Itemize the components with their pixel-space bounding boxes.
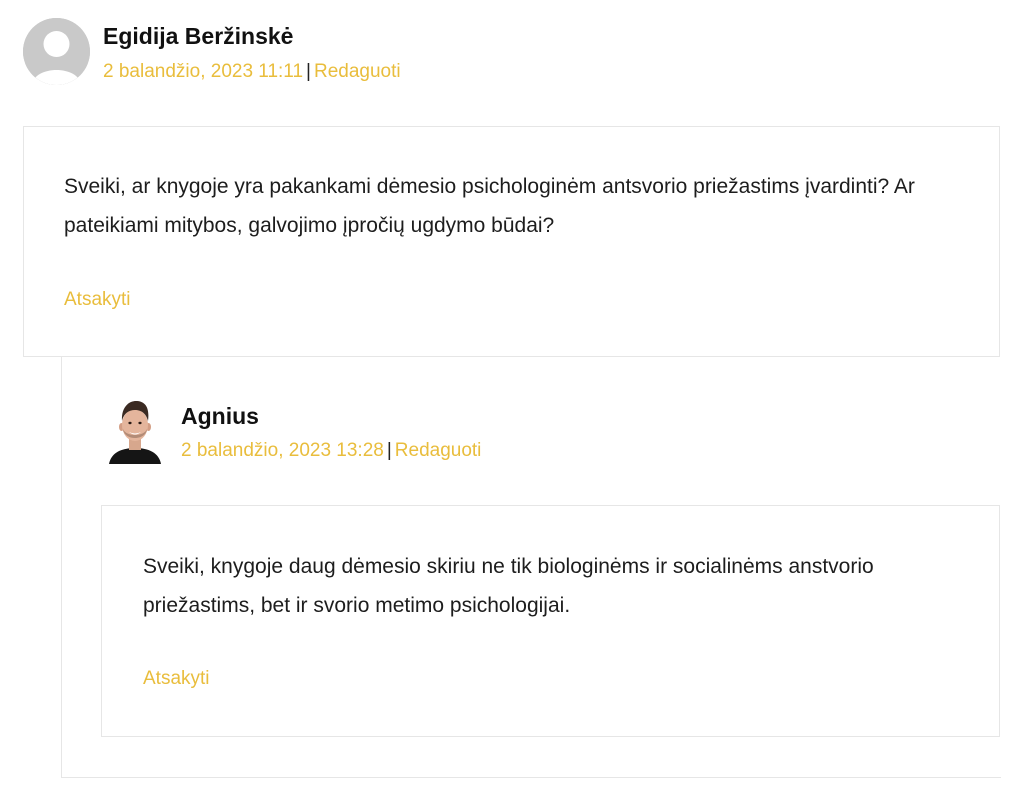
comment-date-link[interactable]: 2 balandžio, 2023 13:28 [181, 440, 384, 461]
comment-text: Sveiki, knygoje daug dėmesio skiriu ne t… [143, 555, 874, 617]
comment-meta: 2 balandžio, 2023 11:11 | Redaguoti [103, 61, 401, 83]
comment-date-link[interactable]: 2 balandžio, 2023 11:11 [103, 61, 303, 82]
user-photo-avatar [107, 397, 163, 464]
comment-author-name: Egidija Beržinskė [103, 23, 294, 49]
meta-separator: | [386, 440, 392, 461]
comment-meta: 2 balandžio, 2023 13:28 | Redaguoti [181, 440, 481, 462]
comment-body: Sveiki, knygoje daug dėmesio skiriu ne t… [101, 505, 1000, 737]
default-user-avatar-icon [23, 18, 90, 85]
edit-comment-link[interactable]: Redaguoti [395, 440, 482, 461]
reply-link[interactable]: Atsakyti [143, 668, 210, 690]
edit-comment-link[interactable]: Redaguoti [314, 61, 401, 82]
reply-link[interactable]: Atsakyti [64, 289, 131, 311]
comment-text: Sveiki, ar knygoje yra pakankami dėmesio… [64, 175, 915, 237]
comment-body: Sveiki, ar knygoje yra pakankami dėmesio… [23, 126, 1000, 357]
meta-separator: | [306, 61, 311, 82]
comment-author-name: Agnius [181, 403, 259, 429]
